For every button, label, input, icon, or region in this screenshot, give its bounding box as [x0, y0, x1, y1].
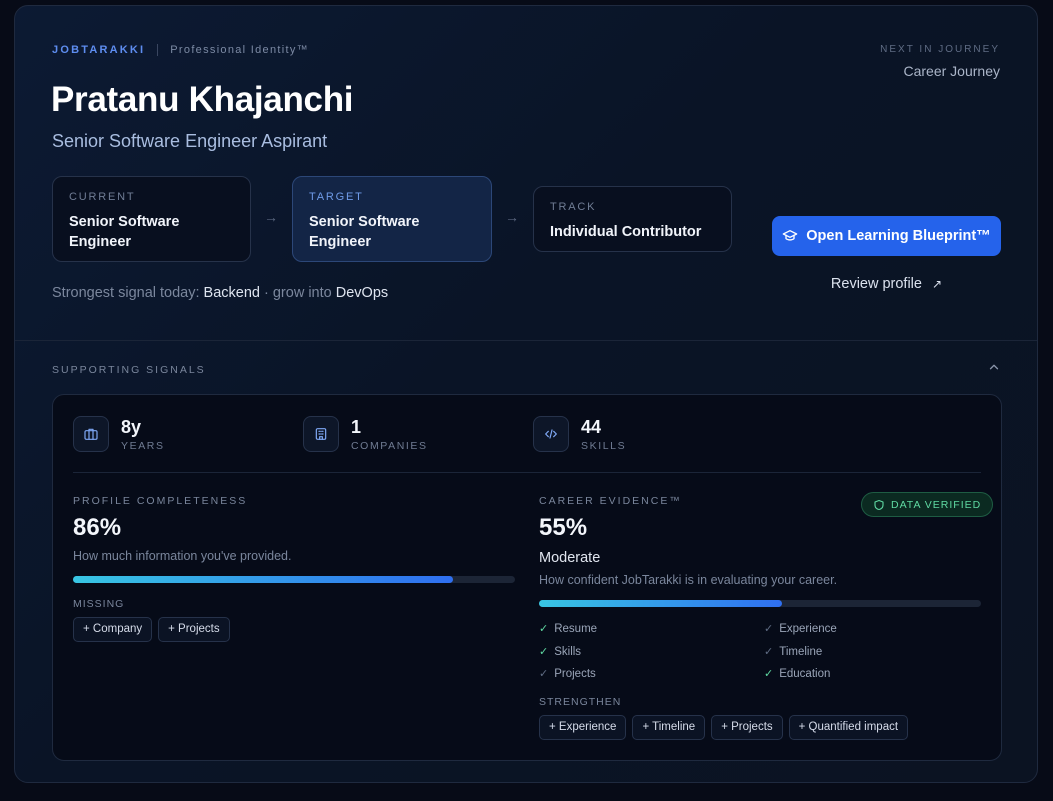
track-value: Individual Contributor [550, 224, 702, 240]
stat-value: 44 [581, 416, 602, 437]
signal-grow: DevOps [335, 285, 389, 301]
check-label: Projects [554, 667, 596, 680]
check-label: Timeline [779, 645, 823, 658]
check-icon: ✓ [539, 623, 549, 635]
brand-line: JOBTARAKKI Professional Identity™ [52, 44, 309, 56]
identity-card: JOBTARAKKI Professional Identity™ NEXT I… [14, 5, 1038, 783]
track-box: TRACK Individual Contributor [533, 186, 732, 252]
strengthen-label: STRENGTHEN [539, 696, 622, 708]
target-role-box: TARGET Senior Software Engineer [292, 176, 492, 262]
brand-logo: JOBTARAKKI [52, 44, 146, 56]
strengthen-chip-experience[interactable]: + Experience [539, 715, 627, 740]
stat-unit: COMPANIES [351, 439, 428, 452]
target-value: Senior Software Engineer [309, 214, 420, 250]
check-icon: ✓ [539, 646, 549, 658]
stat-years: 8y YEARS [73, 416, 165, 452]
evidence-desc: How confident JobTarakki is in evaluatin… [539, 573, 838, 587]
divider [157, 44, 159, 56]
target-label: TARGET [309, 191, 364, 203]
evidence-percent: 55% [539, 514, 588, 541]
stat-unit: YEARS [121, 439, 165, 452]
chevron-up-icon[interactable] [987, 360, 1001, 374]
track-label: TRACK [550, 201, 597, 213]
check-label: Resume [554, 622, 598, 635]
stat-companies: 1 COMPANIES [303, 416, 428, 452]
evidence-level: Moderate [539, 550, 601, 566]
strengthen-chip-projects[interactable]: + Projects [711, 715, 783, 740]
divider [73, 472, 981, 473]
check-icon: ✓ [539, 668, 549, 680]
strengthen-chip-timeline[interactable]: + Timeline [632, 715, 706, 740]
hero-section: JOBTARAKKI Professional Identity™ NEXT I… [15, 6, 1037, 341]
code-icon [533, 416, 569, 452]
data-verified-badge: DATA VERIFIED [861, 492, 994, 517]
profile-name: Pratanu Khajanchi [51, 80, 354, 119]
primary-button-label: Open Learning Blueprint™ [806, 228, 991, 244]
badge-label: DATA VERIFIED [891, 498, 982, 511]
strongest-signal: Strongest signal today: Backend · grow i… [52, 285, 388, 301]
evidence-progress [539, 600, 981, 607]
supporting-signals-panel: 8y YEARS 1 COMPANIES 44 SKILLS PROFILE COMP… [52, 394, 1002, 761]
evidence-label: CAREER EVIDENCE™ [539, 495, 682, 507]
missing-label: MISSING [73, 598, 125, 610]
shield-icon [874, 499, 884, 510]
check-timeline: ✓ Timeline [764, 645, 823, 659]
review-profile-link[interactable]: Review profile ↗ [772, 276, 1001, 292]
stat-unit: SKILLS [581, 439, 627, 452]
completeness-percent: 86% [73, 514, 122, 541]
evidence-progress-fill [539, 600, 783, 607]
graduation-cap-icon [782, 230, 798, 241]
arrow-right-icon: → [505, 209, 519, 225]
check-education: ✓ Education [764, 667, 831, 681]
arrow-up-right-icon: ↗ [932, 277, 943, 291]
strengthen-chips: + Experience + Timeline + Projects + Quanti… [539, 715, 914, 740]
next-journey-label: NEXT IN JOURNEY [880, 44, 1000, 55]
check-icon: ✓ [764, 646, 774, 658]
stat-skills: 44 SKILLS [533, 416, 626, 452]
missing-chip-company[interactable]: + Company [73, 617, 153, 642]
completeness-progress [73, 576, 515, 583]
current-label: CURRENT [69, 191, 136, 203]
check-icon: ✓ [764, 668, 774, 680]
check-label: Education [779, 667, 831, 680]
completeness-progress-fill [73, 576, 454, 583]
check-skills: ✓ Skills [539, 645, 582, 659]
stat-value: 8y [121, 416, 142, 437]
check-icon: ✓ [764, 623, 774, 635]
completeness-label: PROFILE COMPLETENESS [73, 495, 248, 507]
briefcase-icon [73, 416, 109, 452]
next-journey-link[interactable]: Career Journey [904, 63, 1001, 79]
open-learning-blueprint-button[interactable]: Open Learning Blueprint™ [772, 216, 1001, 256]
arrow-right-icon: → [264, 209, 278, 225]
current-role-box: CURRENT Senior Software Engineer [52, 176, 251, 262]
building-icon [303, 416, 339, 452]
strengthen-chip-quantified-impact[interactable]: + Quantified impact [788, 715, 909, 740]
check-label: Skills [554, 645, 582, 658]
stat-value: 1 [351, 416, 362, 437]
missing-chips: + Company + Projects [73, 617, 236, 642]
check-resume: ✓ Resume [539, 622, 598, 636]
review-profile-label: Review profile [830, 276, 922, 292]
check-projects: ✓ Projects [539, 667, 596, 681]
missing-chip-projects[interactable]: + Projects [158, 617, 230, 642]
signal-strong: Backend [203, 285, 260, 301]
completeness-desc: How much information you've provided. [73, 549, 292, 563]
current-value: Senior Software Engineer [69, 214, 180, 250]
signal-middle: · grow into [264, 285, 332, 301]
supporting-signals-label: SUPPORTING SIGNALS [52, 364, 206, 376]
identity-label: Professional Identity™ [170, 44, 309, 56]
check-label: Experience [779, 622, 837, 635]
profile-role: Senior Software Engineer Aspirant [52, 131, 328, 151]
signal-prefix: Strongest signal today: [52, 285, 200, 301]
check-experience: ✓ Experience [764, 622, 837, 636]
